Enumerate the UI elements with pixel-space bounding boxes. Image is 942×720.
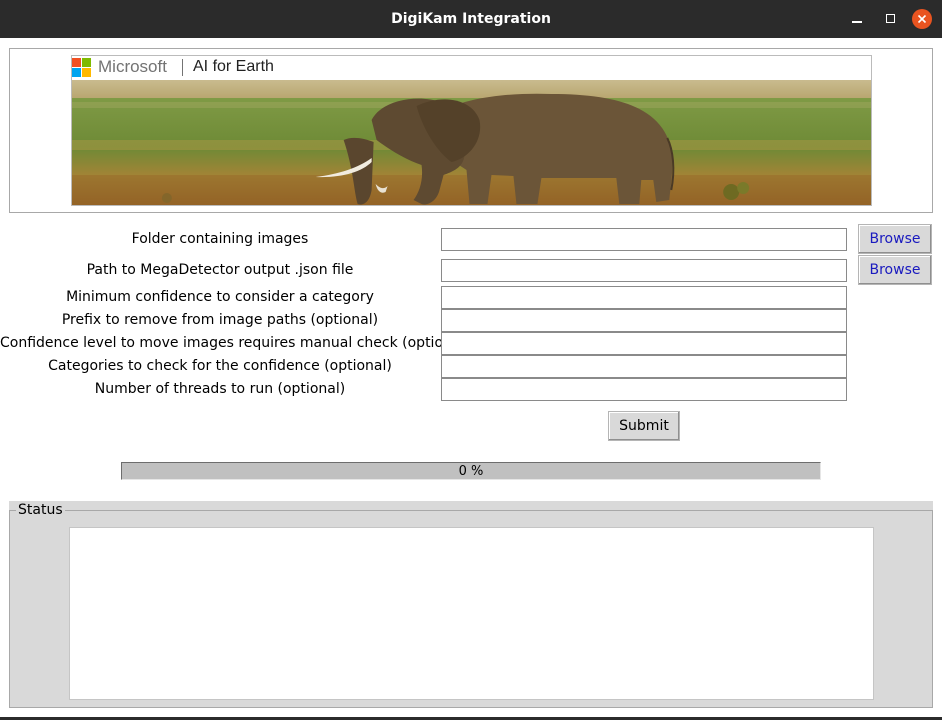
maximize-icon xyxy=(886,14,895,23)
folder-input[interactable] xyxy=(441,228,847,251)
browse-folder-button[interactable]: Browse xyxy=(858,224,932,254)
manual-check-input[interactable] xyxy=(441,332,847,355)
json-path-input[interactable] xyxy=(441,259,847,282)
json-path-label: Path to MegaDetector output .json file xyxy=(86,262,354,278)
submit-button[interactable]: Submit xyxy=(608,411,680,441)
progress-bar: 0 % xyxy=(121,462,821,480)
product-text: AI for Earth xyxy=(193,58,274,75)
status-textbox[interactable] xyxy=(69,527,874,700)
categories-label: Categories to check for the confidence (… xyxy=(48,358,392,374)
prefix-input[interactable] xyxy=(441,309,847,332)
banner-header: Microsoft AI for Earth xyxy=(72,56,871,80)
brand-separator xyxy=(182,59,183,76)
close-button[interactable] xyxy=(912,9,932,29)
manual-check-label: Confidence level to move images requires… xyxy=(0,335,470,351)
window-title: DigiKam Integration xyxy=(391,11,551,27)
status-divider xyxy=(9,501,933,510)
status-legend: Status xyxy=(16,502,65,518)
brand-text: Microsoft xyxy=(98,57,167,76)
window-titlebar[interactable]: DigiKam Integration xyxy=(0,0,942,38)
minimize-icon xyxy=(852,21,862,23)
categories-input[interactable] xyxy=(441,355,847,378)
banner-frame: Microsoft AI for Earth xyxy=(9,48,933,213)
browse-json-button[interactable]: Browse xyxy=(858,255,932,285)
threads-label: Number of threads to run (optional) xyxy=(94,381,346,397)
maximize-button[interactable] xyxy=(881,9,901,29)
folder-label: Folder containing images xyxy=(131,231,309,247)
banner-image: Microsoft AI for Earth xyxy=(71,55,872,206)
minimize-button[interactable] xyxy=(847,9,867,29)
threads-input[interactable] xyxy=(441,378,847,401)
elephant-photo xyxy=(72,80,871,205)
min-confidence-label: Minimum confidence to consider a categor… xyxy=(66,289,374,305)
close-icon xyxy=(917,14,927,24)
status-group: Status xyxy=(9,502,933,708)
microsoft-logo-icon xyxy=(72,58,92,78)
prefix-label: Prefix to remove from image paths (optio… xyxy=(61,312,379,328)
progress-text: 0 % xyxy=(458,464,484,479)
min-confidence-input[interactable] xyxy=(441,286,847,309)
